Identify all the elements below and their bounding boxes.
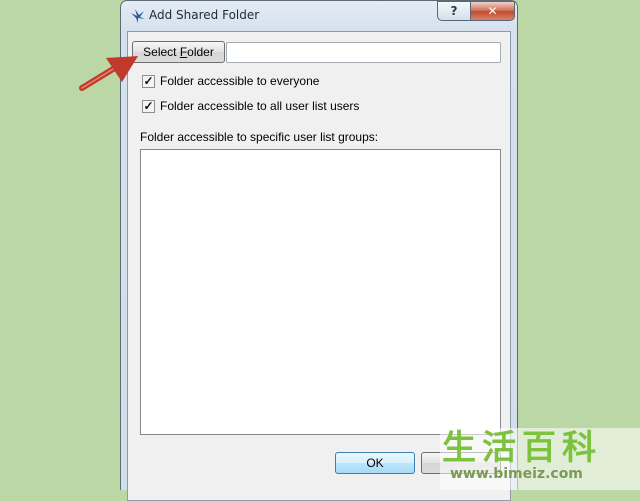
user-groups-list[interactable] bbox=[140, 149, 501, 435]
everyone-access-label: Folder accessible to everyone bbox=[160, 74, 320, 88]
watermark: 生活百科 www.bimeiz.com bbox=[440, 428, 640, 490]
all-users-access-checkbox[interactable]: ✓ Folder accessible to all user list use… bbox=[142, 99, 359, 113]
title-bar[interactable]: Add Shared Folder ? ✕ bbox=[121, 1, 517, 31]
watermark-url: www.bimeiz.com bbox=[450, 466, 583, 482]
select-folder-button[interactable]: Select Folder bbox=[132, 41, 225, 63]
all-users-access-label: Folder accessible to all user list users bbox=[160, 99, 360, 113]
help-icon: ? bbox=[450, 4, 458, 18]
watermark-characters: 生活百科 bbox=[442, 428, 602, 468]
ok-button[interactable]: OK bbox=[335, 452, 415, 474]
close-icon: ✕ bbox=[487, 4, 498, 18]
close-button[interactable]: ✕ bbox=[470, 1, 515, 21]
window-title: Add Shared Folder bbox=[149, 8, 260, 22]
everyone-access-checkbox[interactable]: ✓ Folder accessible to everyone bbox=[142, 74, 319, 88]
select-folder-label-post: older bbox=[187, 45, 214, 59]
folder-path-input[interactable] bbox=[226, 42, 501, 63]
checkbox-checked-icon[interactable]: ✓ bbox=[142, 99, 155, 113]
app-bird-icon bbox=[131, 9, 145, 23]
groups-label: Folder accessible to specific user list … bbox=[140, 130, 379, 144]
checkbox-checked-icon[interactable]: ✓ bbox=[142, 74, 155, 88]
annotation-arrow-icon bbox=[79, 56, 138, 91]
select-folder-label-pre: Select bbox=[143, 45, 180, 59]
add-shared-folder-dialog: Add Shared Folder ? ✕ Select Folder ✓ Fo… bbox=[120, 0, 518, 501]
help-button[interactable]: ? bbox=[437, 1, 471, 21]
